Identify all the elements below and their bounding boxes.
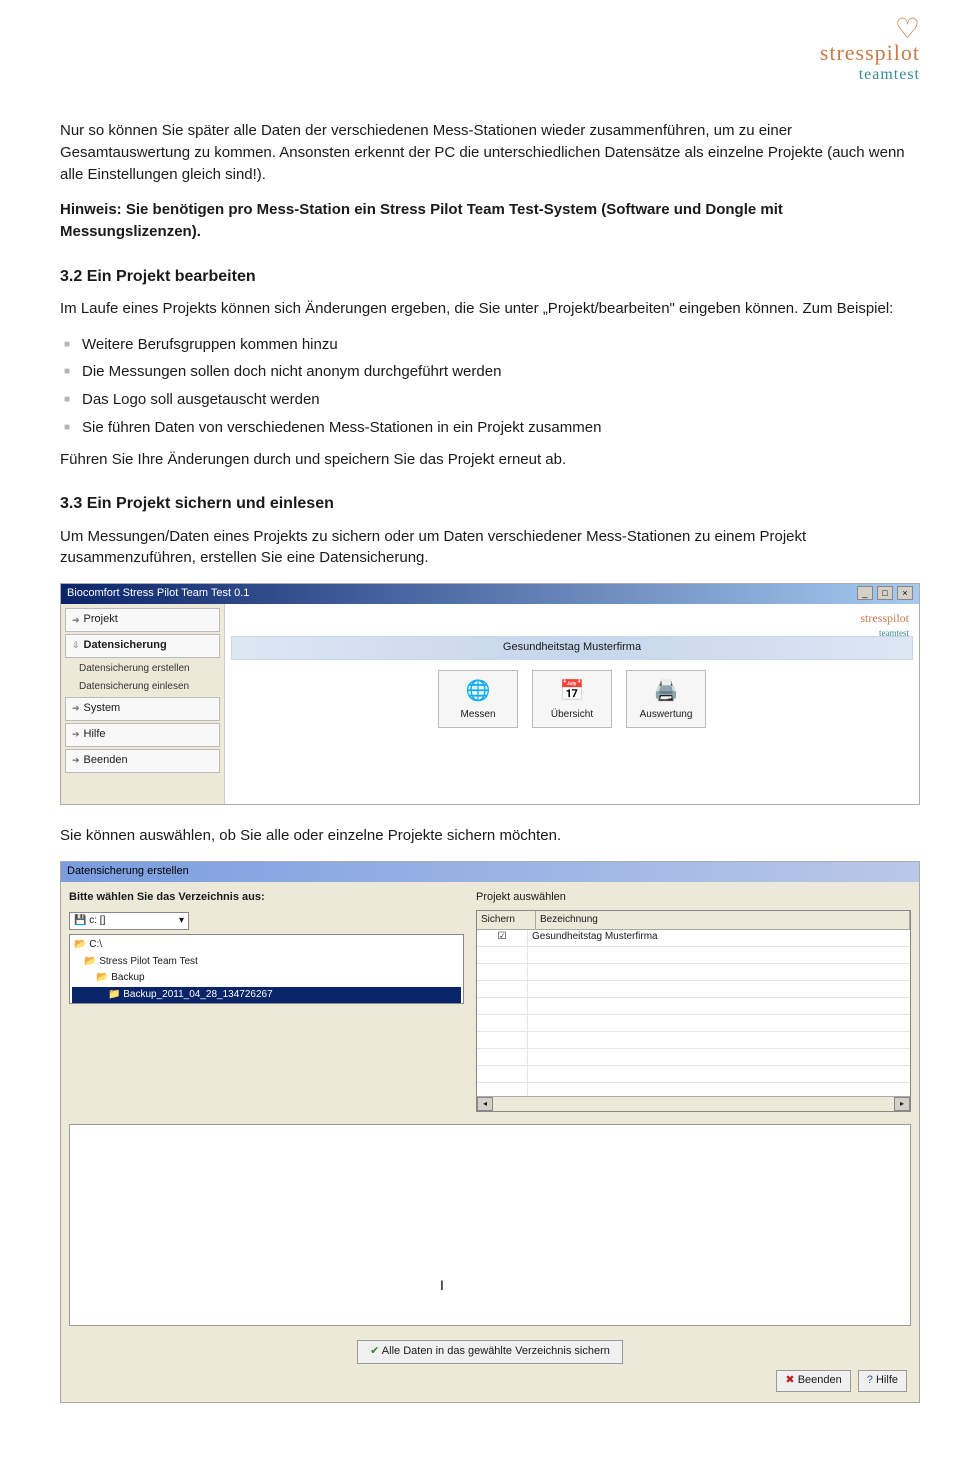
paragraph-mid: Sie können auswählen, ob Sie alle oder e… xyxy=(60,825,920,847)
mini-logo: stresspilot teamtest xyxy=(860,610,909,640)
dialog-screenshot: Datensicherung erstellen Bitte wählen Si… xyxy=(60,861,920,1403)
save-all-button[interactable]: ✔ Alle Daten in das gewählte Verzeichnis… xyxy=(357,1340,623,1364)
paragraph-3-2b: Führen Sie Ihre Änderungen durch und spe… xyxy=(60,449,920,471)
intro-hint: Hinweis: Sie benötigen pro Mess-Station … xyxy=(60,199,920,243)
folder-icon: 📂 xyxy=(84,956,96,967)
tree-row: 📂 Backup xyxy=(72,970,461,987)
chevron-right-icon: ➔ xyxy=(72,614,80,627)
col-bezeichnung[interactable]: Bezeichnung xyxy=(536,911,910,930)
heart-icon: ♡ xyxy=(820,20,920,40)
list-item: Die Messungen sollen doch nicht anonym d… xyxy=(60,361,920,383)
minimize-icon[interactable]: _ xyxy=(857,586,873,600)
preview-pane: I xyxy=(69,1124,911,1326)
maximize-icon[interactable]: □ xyxy=(877,586,893,600)
paragraph-3-2: Im Laufe eines Projekts können sich Ände… xyxy=(60,298,920,320)
table-row xyxy=(477,1015,910,1032)
sidebar-item-hilfe[interactable]: ➔Hilfe xyxy=(65,723,220,747)
sidebar-item-beenden[interactable]: ➔Beenden xyxy=(65,749,220,773)
paragraph-3-3: Um Messungen/Daten eines Projekts zu sic… xyxy=(60,526,920,570)
scroll-left-icon[interactable]: ◂ xyxy=(477,1097,493,1111)
choose-dir-label: Bitte wählen Sie das Verzeichnis aus: xyxy=(69,890,464,906)
help-icon: ? xyxy=(867,1374,873,1386)
project-select-label: Projekt auswählen xyxy=(476,890,911,906)
table-row xyxy=(477,1032,910,1049)
table-row xyxy=(477,964,910,981)
sidebar-subitem-einlesen[interactable]: Datensicherung einlesen xyxy=(65,678,220,697)
project-title-bar: Gesundheitstag Musterfirma xyxy=(231,636,913,660)
uebersicht-button[interactable]: 📅Übersicht xyxy=(532,670,612,728)
folder-tree[interactable]: 📂 C:\ 📂 Stress Pilot Team Test 📂 Backup … xyxy=(69,934,464,1004)
calendar-icon: 📅 xyxy=(533,677,611,706)
chevron-right-icon: ➔ xyxy=(72,728,80,741)
text-cursor-icon: I xyxy=(440,1275,444,1295)
chevron-right-icon: ➔ xyxy=(72,754,80,767)
h-scrollbar[interactable]: ◂ ▸ xyxy=(477,1096,910,1111)
close-icon[interactable]: × xyxy=(897,586,913,600)
beenden-button[interactable]: ✖ Beenden xyxy=(776,1370,850,1392)
messen-button[interactable]: 🌐Messen xyxy=(438,670,518,728)
print-icon: 🖨️ xyxy=(627,677,705,706)
project-table: Sichern Bezeichnung ☑ Gesundheitstag Mus… xyxy=(476,910,911,1112)
sidebar-subitem-erstellen[interactable]: Datensicherung erstellen xyxy=(65,660,220,679)
table-row xyxy=(477,998,910,1015)
tree-row: 📂 C:\ xyxy=(72,937,461,954)
globe-icon: 🌐 xyxy=(439,677,517,706)
sidebar-item-projekt[interactable]: ➔Projekt xyxy=(65,608,220,632)
brand-text: stresspilot xyxy=(820,40,920,66)
brand-logo: ♡ stresspilot teamtest xyxy=(820,20,920,84)
app-screenshot: Biocomfort Stress Pilot Team Test 0.1 _ … xyxy=(60,583,920,805)
tree-row-selected: 📁 Backup_2011_04_28_134726267 xyxy=(72,987,461,1004)
dropdown-icon: ▾ xyxy=(179,914,184,929)
close-icon: ✖ xyxy=(785,1374,794,1386)
checkbox-icon[interactable]: ☑ xyxy=(477,930,528,946)
chevron-down-icon: ⇩ xyxy=(72,639,80,652)
check-icon: ✔ xyxy=(370,1345,379,1357)
intro-paragraph-1: Nur so können Sie später alle Daten der … xyxy=(60,120,920,185)
window-buttons: _ □ × xyxy=(856,586,913,602)
chevron-right-icon: ➔ xyxy=(72,702,80,715)
col-sichern[interactable]: Sichern xyxy=(477,911,536,930)
sidebar: ➔Projekt ⇩Datensicherung Datensicherung … xyxy=(61,604,225,804)
hilfe-button[interactable]: ? Hilfe xyxy=(858,1370,907,1392)
scroll-right-icon[interactable]: ▸ xyxy=(894,1097,910,1111)
sidebar-item-datensicherung[interactable]: ⇩Datensicherung xyxy=(65,634,220,658)
dialog-title: Datensicherung erstellen xyxy=(61,862,919,882)
window-titlebar: Biocomfort Stress Pilot Team Test 0.1 _ … xyxy=(61,584,919,604)
table-row xyxy=(477,981,910,998)
heading-3-3: 3.3 Ein Projekt sichern und einlesen xyxy=(60,492,920,515)
tree-row: 📂 Stress Pilot Team Test xyxy=(72,954,461,971)
main-area: stresspilot teamtest Gesundheitstag Must… xyxy=(225,604,919,804)
list-item: Das Logo soll ausgetauscht werden xyxy=(60,389,920,411)
heading-3-2: 3.2 Ein Projekt bearbeiten xyxy=(60,265,920,288)
table-row xyxy=(477,1049,910,1066)
table-row[interactable]: ☑ Gesundheitstag Musterfirma xyxy=(477,930,910,947)
drive-select[interactable]: 💾 c: [] ▾ xyxy=(69,912,189,931)
folder-icon: 📁 xyxy=(108,989,120,1000)
list-item: Sie führen Daten von verschiedenen Mess-… xyxy=(60,417,920,439)
folder-icon: 📂 xyxy=(74,939,86,950)
sidebar-item-system[interactable]: ➔System xyxy=(65,697,220,721)
table-row xyxy=(477,1066,910,1083)
auswertung-button[interactable]: 🖨️Auswertung xyxy=(626,670,706,728)
folder-icon: 📂 xyxy=(96,972,108,983)
list-item: Weitere Berufsgruppen kommen hinzu xyxy=(60,334,920,356)
window-title: Biocomfort Stress Pilot Team Test 0.1 xyxy=(67,586,249,602)
bullet-list: Weitere Berufsgruppen kommen hinzu Die M… xyxy=(60,334,920,439)
brand-sub: teamtest xyxy=(820,66,920,84)
table-row xyxy=(477,947,910,964)
